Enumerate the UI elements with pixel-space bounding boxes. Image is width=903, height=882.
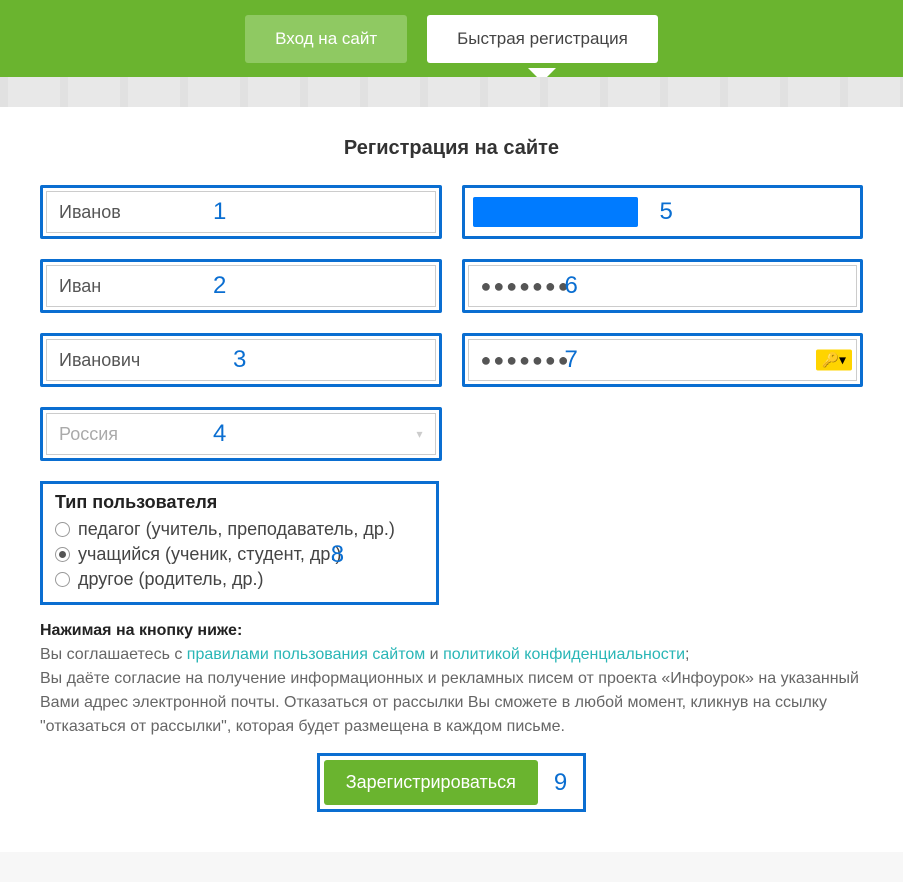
annotation-6: 6 [565,272,578,300]
email-wrap: 5 [462,185,864,239]
top-tab-bar: Вход на сайт Быстрая регистрация [0,0,903,77]
annotation-4: 4 [213,420,226,448]
key-icon[interactable]: 🔑▾ [816,350,852,371]
firstname-input[interactable] [46,265,436,307]
annotation-1: 1 [213,198,226,226]
user-type-option-other[interactable]: другое (родитель, др.) [55,569,424,590]
country-wrap: Россия ▾ 4 [40,407,442,461]
user-type-title: Тип пользователя [55,492,424,513]
password-confirm-input[interactable] [468,339,858,381]
email-redacted [473,197,638,227]
option-label: педагог (учитель, преподаватель, др.) [78,519,395,540]
password-confirm-wrap: 7 🔑▾ [462,333,864,387]
decorative-footer [0,852,903,882]
annotation-8: 8 [331,541,344,569]
register-button[interactable]: Зарегистрироваться [324,760,538,805]
consent-body: Вы даёте согласие на получение информаци… [40,667,863,739]
option-label: учащийся (ученик, студент, др.) [78,544,341,565]
annotation-3: 3 [233,346,246,374]
user-type-group: Тип пользователя педагог (учитель, препо… [40,481,439,605]
annotation-9: 9 [554,769,567,797]
registration-form: Регистрация на сайте 1 2 3 Россия ▾ 4 [0,107,903,822]
form-title: Регистрация на сайте [40,137,863,160]
country-select[interactable]: Россия ▾ [46,413,436,455]
lastname-wrap: 1 [40,185,442,239]
consent-text: Нажимая на кнопку ниже: Вы соглашаетесь … [40,619,863,739]
privacy-link[interactable]: политикой конфиденциальности [443,646,685,663]
tab-login[interactable]: Вход на сайт [245,15,407,63]
annotation-7: 7 [565,346,578,374]
user-type-option-student[interactable]: учащийся (ученик, студент, др.) 8 [55,544,424,565]
tab-register[interactable]: Быстрая регистрация [427,15,658,63]
consent-heading: Нажимая на кнопку ниже: [40,619,863,643]
radio-icon [55,572,70,587]
lastname-input[interactable] [46,191,436,233]
chevron-down-icon: ▾ [416,427,422,441]
annotation-5: 5 [660,198,673,226]
radio-icon [55,547,70,562]
annotation-2: 2 [213,272,226,300]
password-input[interactable] [468,265,858,307]
country-value: Россия [59,424,118,445]
option-label: другое (родитель, др.) [78,569,264,590]
user-type-option-teacher[interactable]: педагог (учитель, преподаватель, др.) [55,519,424,540]
terms-link[interactable]: правилами пользования сайтом [187,646,425,663]
password-wrap: 6 [462,259,864,313]
decorative-strip [0,77,903,107]
firstname-wrap: 2 [40,259,442,313]
radio-icon [55,522,70,537]
submit-wrap: Зарегистрироваться 9 [317,753,587,812]
patronymic-wrap: 3 [40,333,442,387]
